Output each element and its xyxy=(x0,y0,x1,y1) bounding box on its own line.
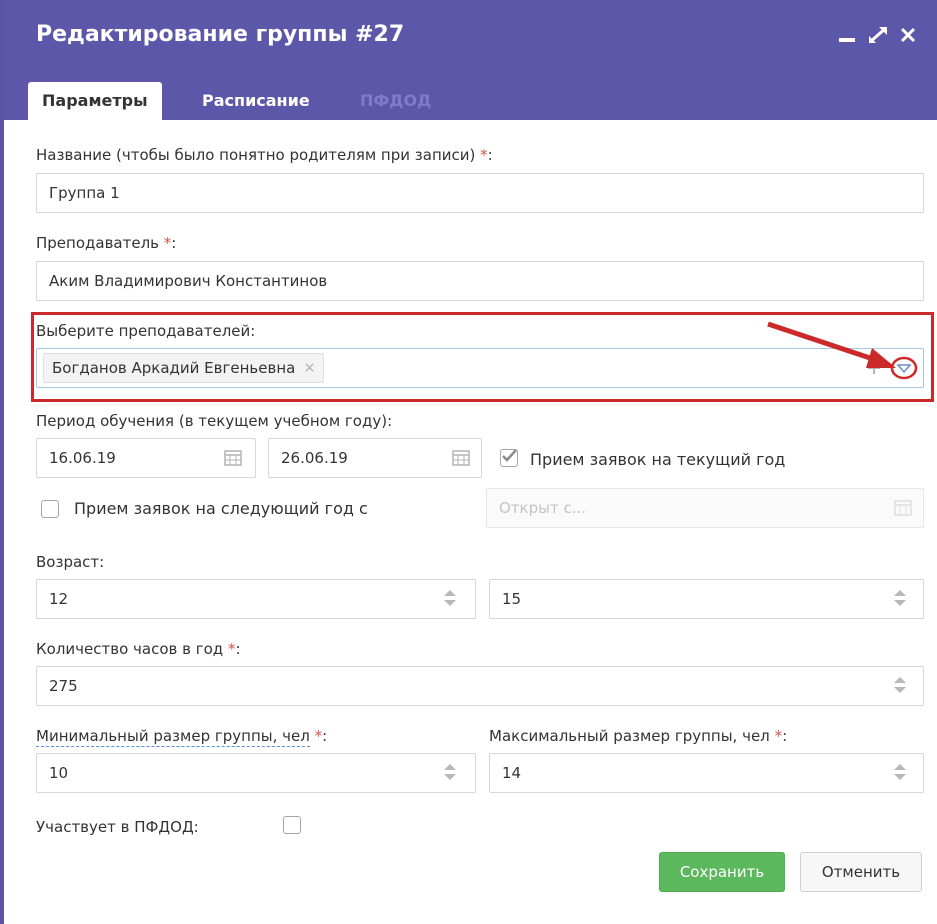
hours-label: Количество часов в год *: xyxy=(36,640,241,658)
spinner-icon[interactable] xyxy=(893,675,907,695)
hours-input[interactable]: 275 xyxy=(36,666,924,706)
pfdod-checkbox[interactable] xyxy=(283,816,301,834)
period-label: Период обучения (в текущем учебном году)… xyxy=(36,412,393,430)
current-year-checkbox[interactable] xyxy=(500,449,518,467)
calendar-icon[interactable] xyxy=(452,448,470,466)
teachers-label: Выберите преподавателей: xyxy=(36,322,256,340)
max-size-input[interactable]: 14 xyxy=(489,753,924,793)
close-icon xyxy=(900,27,916,43)
required-mark: * xyxy=(774,727,783,745)
close-button[interactable] xyxy=(895,20,923,50)
min-size-input[interactable]: 10 xyxy=(36,753,476,793)
period-start-input[interactable]: 16.06.19 xyxy=(36,438,256,478)
tab-schedule[interactable]: Расписание xyxy=(188,82,324,120)
required-mark: * xyxy=(480,146,488,164)
checkmark-icon xyxy=(502,449,517,462)
minimize-icon xyxy=(839,38,855,42)
age-from-input[interactable]: 12 xyxy=(36,579,476,619)
calendar-icon[interactable] xyxy=(894,498,912,516)
spinner-icon[interactable] xyxy=(443,588,457,608)
current-year-label: Прием заявок на текущий год xyxy=(530,450,786,469)
dialog-title: Редактирование группы #27 xyxy=(36,22,405,47)
title-bar: Редактирование группы #27 xyxy=(4,0,937,76)
name-input[interactable]: Группа 1 xyxy=(36,173,924,213)
calendar-icon[interactable] xyxy=(224,448,242,466)
age-label: Возраст: xyxy=(36,553,105,571)
chip-remove-button[interactable]: × xyxy=(304,354,316,382)
tab-pfdod[interactable]: ПФДОД xyxy=(346,82,445,120)
next-year-date-input[interactable]: Открыт с... xyxy=(486,488,924,528)
save-button[interactable]: Сохранить xyxy=(659,852,785,892)
max-size-label: Максимальный размер группы, чел *: xyxy=(489,727,788,745)
edit-group-dialog: Редактирование группы #27 Параметры Расп… xyxy=(0,0,937,924)
tab-bar: Параметры Расписание ПФДОД xyxy=(4,76,937,120)
annotation-arrow-icon xyxy=(767,321,896,368)
cancel-button[interactable]: Отменить xyxy=(800,852,922,892)
expand-icon xyxy=(869,26,887,44)
period-end-input[interactable]: 26.06.19 xyxy=(268,438,482,478)
spinner-icon[interactable] xyxy=(893,588,907,608)
next-year-label: Прием заявок на следующий год с xyxy=(74,499,368,518)
maximize-button[interactable] xyxy=(865,20,893,50)
tab-parameters[interactable]: Параметры xyxy=(28,82,162,120)
teacher-label: Преподаватель *: xyxy=(36,234,177,252)
min-size-label: Минимальный размер группы, чел *: xyxy=(36,727,328,747)
next-year-checkbox[interactable] xyxy=(41,500,59,518)
spinner-icon[interactable] xyxy=(893,762,907,782)
teacher-input[interactable]: Аким Владимирович Константинов xyxy=(36,261,924,301)
spinner-icon[interactable] xyxy=(443,762,457,782)
name-label: Название (чтобы было понятно родителям п… xyxy=(36,146,493,164)
required-mark: * xyxy=(314,727,323,745)
pfdod-label: Участвует в ПФДОД: xyxy=(36,818,199,836)
age-to-input[interactable]: 15 xyxy=(489,579,924,619)
teacher-chip: Богданов Аркадий Евгеньевна × xyxy=(43,353,325,383)
minimize-button[interactable] xyxy=(835,20,863,50)
